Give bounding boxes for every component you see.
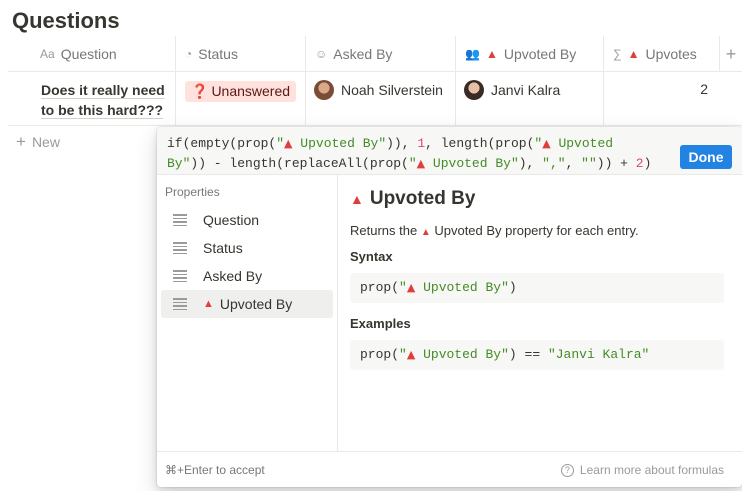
property-label: Asked By	[203, 268, 263, 284]
examples-heading: Examples	[350, 316, 411, 331]
doc-description: Returns the ▲ Upvoted By property for ea…	[350, 223, 639, 238]
column-header-asked-by[interactable]: ☺ Asked By	[306, 36, 456, 72]
person-name: Noah Silverstein	[341, 82, 443, 98]
status-label: Unanswered	[211, 83, 291, 99]
column-label: Status	[198, 46, 238, 62]
column-label: Upvotes	[645, 46, 697, 62]
add-column-button[interactable]: +	[720, 36, 742, 72]
text-lines-icon	[173, 242, 187, 254]
column-label: Upvoted By	[503, 46, 577, 62]
learn-more-link[interactable]: ? Learn more about formulas	[560, 463, 724, 477]
property-item-upvoted-by[interactable]: ▲ Upvoted By	[161, 290, 333, 318]
status-badge[interactable]: ❓ Unanswered	[185, 81, 297, 102]
column-label: Asked By	[333, 46, 393, 62]
red-triangle-icon: ▲	[420, 227, 431, 238]
properties-heading: Properties	[165, 185, 220, 199]
property-item-status[interactable]: Status	[161, 234, 333, 262]
red-triangle-icon: ▲	[350, 191, 364, 207]
property-label: Upvoted By	[219, 296, 293, 312]
upvote-count: 2	[700, 81, 708, 97]
red-triangle-icon: ▲	[416, 157, 426, 170]
cell-upvotes[interactable]: 2	[604, 72, 742, 126]
column-label: Question	[60, 46, 117, 62]
avatar	[464, 80, 484, 100]
property-item-question[interactable]: Question	[161, 206, 333, 234]
red-triangle-icon: ▲	[627, 47, 640, 61]
table-row[interactable]: Does it really need to be this hard??? ❓…	[8, 72, 742, 126]
done-button[interactable]: Done	[680, 145, 732, 169]
table-header: Aa Question ◔ Status ☺ Asked By 👥 ▲ Upvo…	[8, 36, 742, 72]
cell-upvoted-by[interactable]: Janvi Kalra	[456, 72, 604, 126]
doc-title: ▲ Upvoted By	[350, 188, 476, 209]
column-header-upvotes[interactable]: ∑ ▲ Upvotes	[604, 36, 720, 72]
property-item-asked-by[interactable]: Asked By	[161, 262, 333, 290]
properties-list: Properties Question Status Asked By ▲ Up…	[157, 175, 338, 451]
sigma-icon: ∑	[613, 47, 622, 61]
accept-hint: ⌘+Enter to accept	[165, 463, 265, 477]
example-code: prop("▲ Upvoted By") == "Janvi Kalra"	[350, 340, 724, 370]
red-triangle-icon: ▲	[542, 137, 551, 150]
red-triangle-icon: ▲	[284, 137, 293, 150]
column-header-upvoted-by[interactable]: 👥 ▲ Upvoted By	[456, 36, 604, 72]
property-docs: ▲ Upvoted By Returns the ▲ Upvoted By pr…	[338, 175, 742, 451]
new-row-button[interactable]: + New	[16, 132, 60, 151]
avatar	[314, 80, 334, 100]
syntax-code: prop("▲ Upvoted By")	[350, 273, 724, 303]
formula-editor[interactable]: if(empty(prop("▲ Upvoted By")), 1, lengt…	[157, 127, 742, 175]
people-icon: 👥	[465, 47, 480, 61]
red-triangle-icon: ▲	[203, 298, 214, 310]
red-triangle-icon: ▲	[485, 47, 498, 61]
cell-status[interactable]: ❓ Unanswered	[176, 72, 306, 126]
page-title: Questions	[12, 8, 120, 33]
property-label: Status	[203, 240, 243, 256]
cell-asked-by[interactable]: Noah Silverstein	[306, 72, 456, 126]
question-title[interactable]: Does it really need to be this hard???	[41, 80, 176, 120]
cell-question[interactable]: Does it really need to be this hard???	[8, 72, 176, 126]
person-name: Janvi Kalra	[491, 82, 561, 98]
formula-editor-popup: if(empty(prop("▲ Upvoted By")), 1, lengt…	[157, 127, 742, 487]
new-label: New	[31, 134, 60, 150]
property-label: Question	[203, 212, 260, 228]
column-header-question[interactable]: Aa Question	[8, 36, 176, 72]
syntax-heading: Syntax	[350, 249, 393, 264]
status-icon: ◔	[185, 47, 193, 61]
person-icon: ☺	[315, 47, 328, 61]
text-icon: Aa	[40, 47, 55, 61]
text-lines-icon	[173, 298, 187, 310]
formula-footer: ⌘+Enter to accept ? Learn more about for…	[157, 451, 742, 487]
column-header-status[interactable]: ◔ Status	[176, 36, 306, 72]
formula-input[interactable]: if(empty(prop("▲ Upvoted By")), 1, lengt…	[167, 134, 672, 174]
question-mark-icon: ❓	[191, 83, 209, 99]
help-icon: ?	[560, 463, 574, 477]
text-lines-icon	[173, 214, 187, 226]
plus-icon: +	[16, 132, 26, 151]
plus-icon: +	[725, 43, 737, 64]
text-lines-icon	[173, 270, 187, 282]
